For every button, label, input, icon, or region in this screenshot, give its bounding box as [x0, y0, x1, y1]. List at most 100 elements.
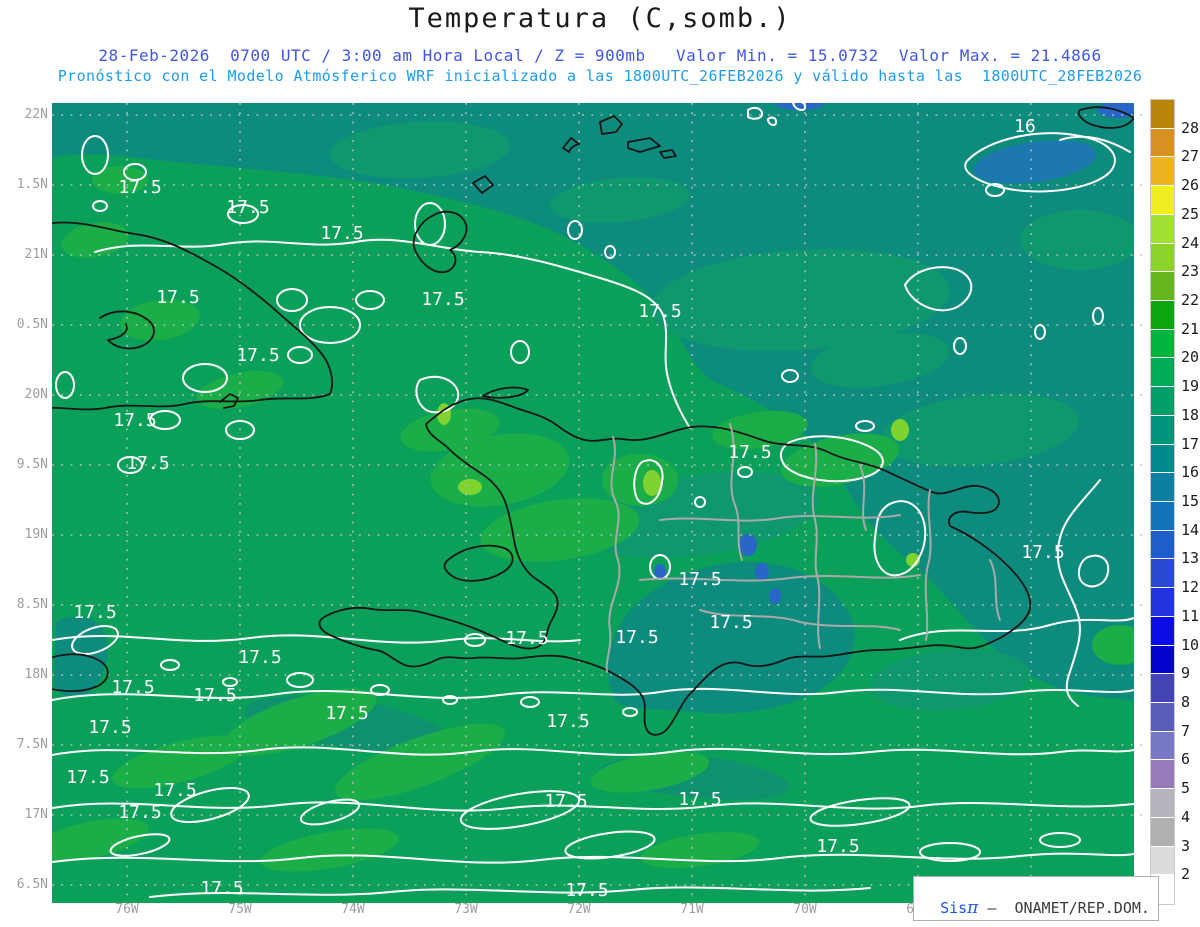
lat-tick-label: 8.5N: [16, 597, 48, 612]
colorbar-tick-label: 26: [1181, 176, 1200, 195]
colorbar-cell: [1151, 530, 1174, 559]
colorbar-cell: [1151, 415, 1174, 444]
contour-value-label: 17.5: [226, 197, 269, 218]
credit-org: – ONAMET/REP.DOM.: [978, 899, 1150, 917]
lat-tick-label: 17N: [24, 807, 48, 822]
contour-value-label: 17.5: [615, 627, 658, 648]
temperature-colorbar: [1150, 99, 1175, 905]
colorbar-cell: [1151, 329, 1174, 358]
lat-tick-label: 22N: [24, 107, 48, 122]
contour-value-label: 17.5: [421, 289, 464, 310]
lon-tick-label: 75W: [228, 902, 252, 917]
colorbar-cell: [1151, 128, 1174, 157]
colorbar-tick-label: 27: [1181, 147, 1200, 166]
lat-tick-label: 9.5N: [16, 457, 48, 472]
contour-value-label: 17.5: [73, 602, 116, 623]
colorbar-cell: [1151, 157, 1174, 186]
shaded-patch: [643, 470, 661, 496]
lon-tick-label: 70W: [793, 902, 817, 917]
colorbar-tick-label: 20: [1181, 348, 1200, 367]
contour-value-label: 17.5: [66, 767, 109, 788]
shaded-patch: [1092, 625, 1134, 665]
colorbar-tick-label: 11: [1181, 606, 1200, 625]
colorbar-tick-label: 2: [1181, 865, 1191, 884]
colorbar-cell: [1151, 588, 1174, 616]
jamaica-coast-marks: [36, 626, 50, 640]
contour-value-label: 17.5: [678, 789, 721, 810]
contour-value-label: 17.5: [111, 677, 154, 698]
forecast-map: 1617.517.517.517.5 17.517.517.517.517.517…: [36, 103, 1147, 906]
contour-value-label: 17.5: [156, 287, 199, 308]
contour-value-label: 17.5: [728, 442, 771, 463]
contour-value-label: 17.5: [325, 703, 368, 724]
colorbar-cell: [1151, 100, 1174, 128]
shaded-patch: [755, 563, 769, 581]
colorbar-tick-label: 10: [1181, 635, 1200, 654]
colorbar-cell: [1151, 301, 1174, 329]
contour-value-label: 17.5: [678, 569, 721, 590]
shaded-patch: [891, 419, 909, 441]
lat-tick-label: 0.5N: [16, 317, 48, 332]
colorbar-tick-label: 22: [1181, 291, 1200, 309]
credit-box: Sisπ – ONAMET/REP.DOM.: [913, 876, 1159, 921]
contour-value-label: 17.5: [544, 791, 587, 812]
shaded-patch: [769, 588, 781, 604]
lon-tick-label: 76W: [115, 902, 139, 917]
contour-value-label: 17.5: [638, 301, 681, 322]
contour-value-label: 17.5: [236, 345, 279, 366]
colorbar-tick-label: 25: [1181, 204, 1200, 223]
colorbar-tick-label: 7: [1181, 721, 1191, 740]
colorbar-tick-label: 15: [1181, 492, 1200, 510]
colorbar-cell: [1151, 387, 1174, 415]
colorbar-tick-label: 4: [1181, 807, 1191, 826]
lon-tick-label: 71W: [680, 902, 704, 917]
contour-value-label: 17.5: [118, 802, 161, 823]
colorbar-cell: [1151, 674, 1174, 702]
lat-tick-label: 7.5N: [16, 737, 48, 752]
contour-value-label: 17.5: [709, 612, 752, 633]
subtitle-validtime: 28-Feb-2026 0700 UTC / 3:00 am Hora Loca…: [98, 46, 1102, 65]
colorbar-cell: [1151, 272, 1174, 300]
page-title: Temperatura (C,somb.): [408, 3, 792, 34]
colorbar-tick-label: 14: [1181, 520, 1200, 539]
colorbar-tick-label: 23: [1181, 262, 1200, 281]
lat-tick-label: 1.5N: [16, 177, 48, 192]
colorbar-cell: [1151, 502, 1174, 530]
lon-tick-label: 72W: [567, 902, 591, 917]
colorbar-tick-label: 19: [1181, 377, 1200, 396]
lat-tick-label: 21N: [24, 247, 48, 262]
colorbar-tick-label: 21: [1181, 319, 1200, 338]
colorbar-cell: [1151, 214, 1174, 243]
contour-value-label: 17.5: [505, 628, 548, 649]
lon-tick-label: 74W: [341, 902, 365, 917]
colorbar-tick-label: 8: [1181, 693, 1191, 711]
contour-value-label: 17.5: [238, 647, 281, 668]
contour-value-label: 16: [1014, 116, 1036, 137]
contour-value-label: 17.5: [153, 780, 196, 801]
colorbar-tick-label: 6: [1181, 750, 1191, 769]
colorbar-cell: [1151, 473, 1174, 501]
colorbar-cell: [1151, 559, 1174, 588]
lat-tick-label: 6.5N: [16, 877, 48, 892]
wrf-temperature-forecast-page: { "header": { "title": "Temperatura (C,s…: [0, 0, 1200, 927]
contour-value-label: 17.5: [816, 836, 859, 857]
colorbar-cell: [1151, 789, 1174, 817]
contour-value-label: 17.5: [1021, 542, 1064, 563]
contour-value-label: 17.5: [118, 177, 161, 198]
contour-value-label: 17.5: [546, 711, 589, 732]
subtitle-model-run: Pronóstico con el Modelo Atmósferico WRF…: [57, 67, 1143, 85]
shaded-patch: [739, 534, 757, 556]
contour-value-label: 17.5: [193, 685, 236, 706]
colorbar-tick-label: 12: [1181, 578, 1200, 597]
colorbar-tick-label: 3: [1181, 836, 1191, 855]
shaded-patch: [1020, 210, 1134, 270]
contour-value-label: 17.5: [320, 223, 363, 244]
colorbar-cell: [1151, 760, 1174, 789]
colorbar-cell: [1151, 731, 1174, 760]
colorbar-cell: [1151, 243, 1174, 272]
shaded-patch: [776, 103, 824, 110]
lat-tick-label: 18N: [24, 667, 48, 682]
colorbar-tick-label: 24: [1181, 233, 1200, 252]
colorbar-tick-label: 5: [1181, 779, 1191, 798]
colorbar-cell: [1151, 846, 1174, 875]
